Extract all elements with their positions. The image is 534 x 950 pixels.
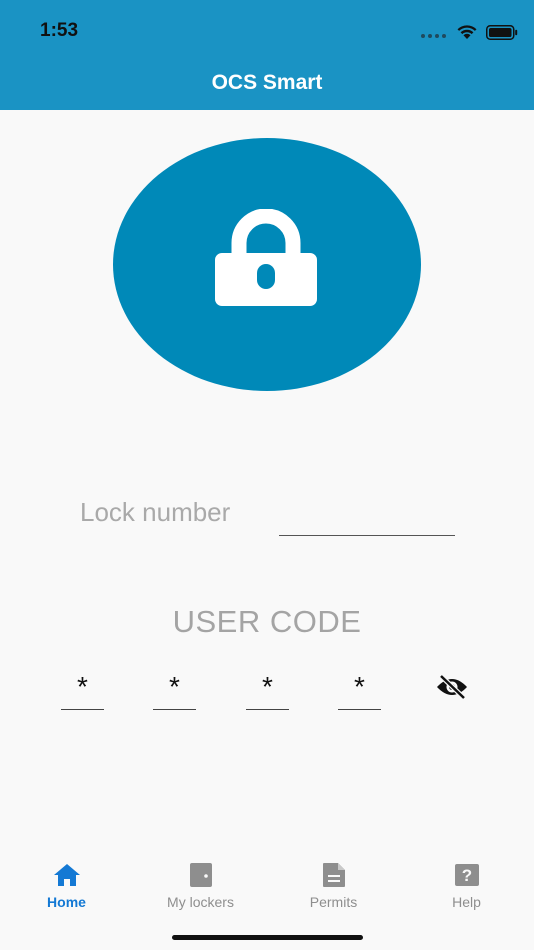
tab-home-label: Home: [47, 894, 86, 910]
tab-help-label: Help: [452, 894, 481, 910]
question-icon: ?: [454, 864, 479, 886]
page-title: OCS Smart: [211, 71, 323, 94]
tab-permits[interactable]: Permits: [267, 860, 400, 910]
svg-text:?: ?: [461, 866, 471, 885]
wifi-icon: [457, 25, 477, 39]
home-icon: [53, 864, 80, 886]
tab-help[interactable]: ? Help: [400, 860, 533, 910]
home-indicator[interactable]: [172, 935, 363, 940]
status-time: 1:53: [40, 20, 79, 41]
tab-permits-label: Permits: [309, 894, 358, 910]
user-code-digit-1[interactable]: *: [61, 668, 104, 710]
user-code-digit-4[interactable]: *: [338, 668, 381, 710]
battery-icon: [486, 24, 518, 40]
tab-home[interactable]: Home: [0, 860, 133, 910]
tab-my-lockers[interactable]: My lockers: [134, 860, 267, 910]
eye-off-icon: [437, 674, 467, 700]
document-icon: [322, 863, 345, 887]
status-icons: [421, 24, 518, 40]
user-code-digit-3[interactable]: *: [246, 668, 289, 710]
toggle-visibility-button[interactable]: [436, 673, 468, 706]
lock-number-input[interactable]: [279, 505, 455, 536]
lock-icon: [215, 209, 317, 306]
tab-my-lockers-label: My lockers: [167, 894, 234, 910]
lock-number-label: Lock number: [80, 497, 231, 527]
user-code-digit-2[interactable]: *: [153, 668, 196, 710]
app-header: 1:53 OCS Smart: [0, 0, 534, 110]
door-icon: [189, 863, 212, 887]
cellular-signal-icon: [421, 26, 446, 38]
unlock-button[interactable]: [113, 138, 421, 391]
user-code-title: USER CODE: [172, 604, 362, 639]
